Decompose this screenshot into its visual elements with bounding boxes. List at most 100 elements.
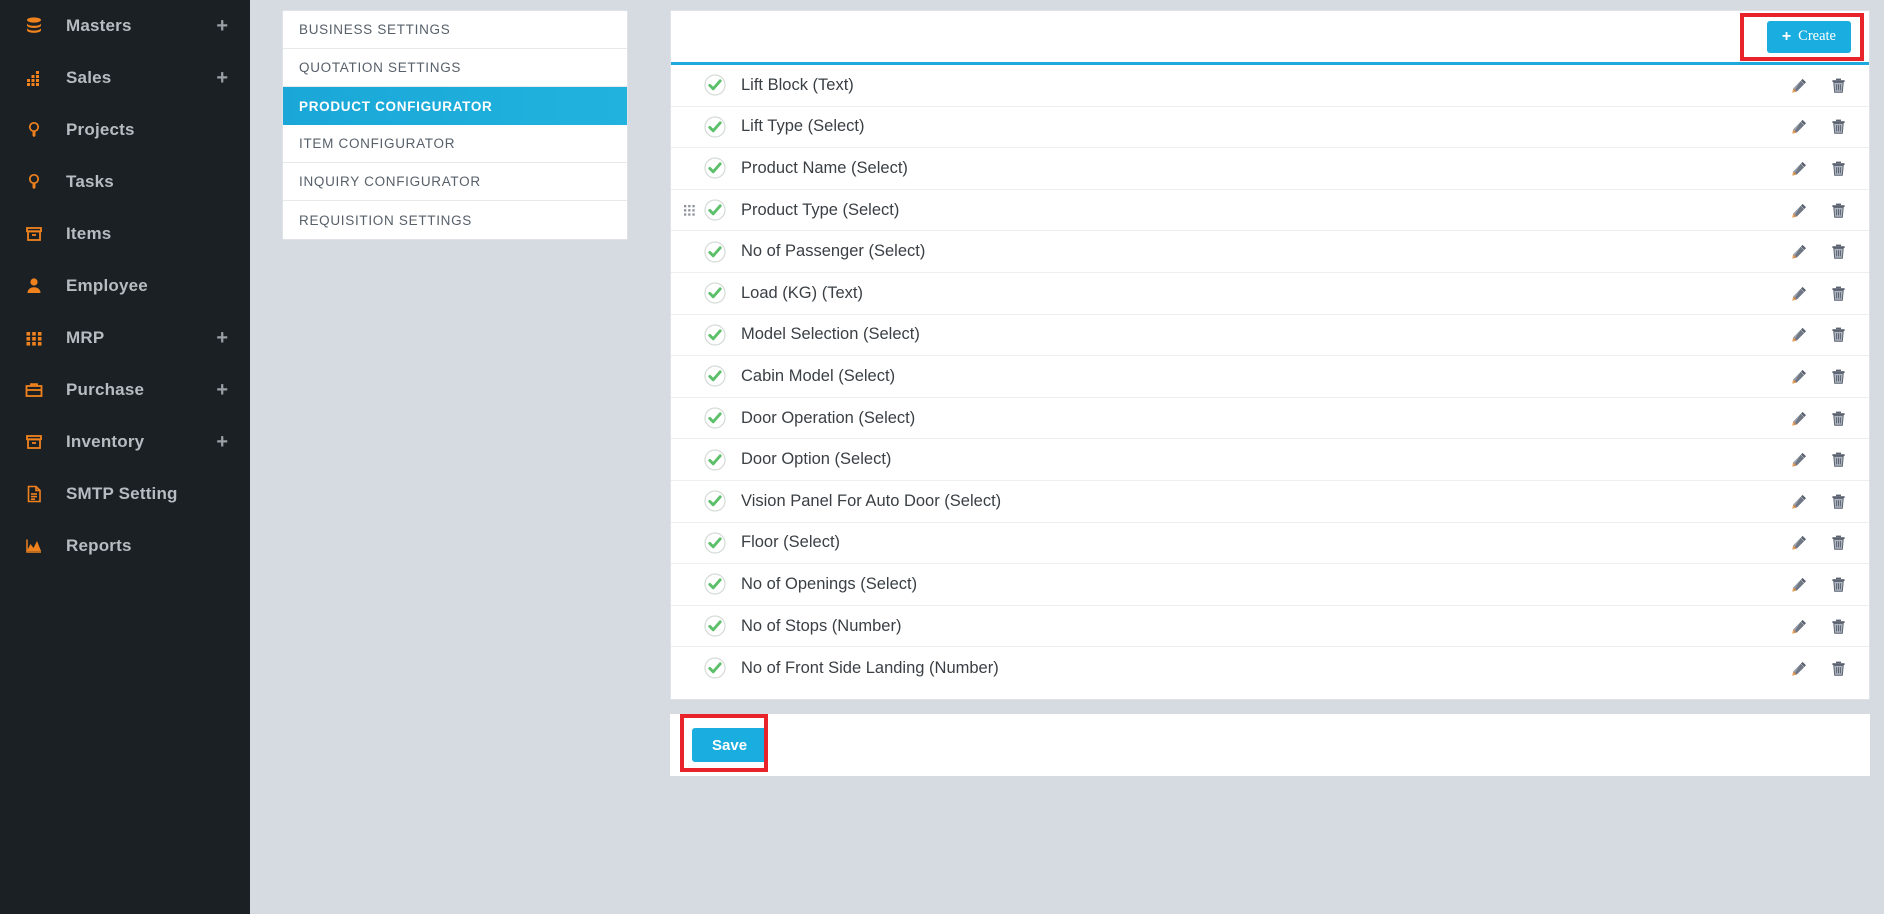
check-circle-icon[interactable] [704,365,726,388]
create-button-label: Create [1798,28,1836,44]
settings-menu-item-inquiry-configurator[interactable]: INQUIRY CONFIGURATOR [283,163,627,201]
bar-chart-icon [24,68,50,88]
panel-header: + Create [671,11,1869,65]
pencil-icon[interactable] [1791,618,1808,635]
trash-icon[interactable] [1830,493,1847,510]
configurator-field-row: No of Openings (Select) [671,564,1869,606]
sidebar-item-smtp-setting[interactable]: SMTP Setting [0,468,250,520]
check-circle-icon[interactable] [704,573,726,596]
pencil-icon[interactable] [1791,326,1808,343]
sidebar-expand-plus-icon[interactable]: + [216,68,228,88]
check-circle-icon[interactable] [704,449,726,471]
trash-icon[interactable] [1830,660,1847,677]
row-actions [1791,368,1847,385]
sidebar-item-masters[interactable]: Masters + [0,0,250,52]
pencil-icon[interactable] [1791,368,1808,385]
pencil-icon[interactable] [1791,451,1808,468]
sidebar-item-label: Tasks [66,172,114,191]
check-circle-icon[interactable] [704,116,726,138]
settings-menu-item-quotation-settings[interactable]: QUOTATION SETTINGS [283,49,627,87]
check-circle-icon[interactable] [704,199,726,221]
database-icon [24,16,50,36]
configurator-field-row: Product Name (Select) [671,148,1869,190]
row-actions [1791,451,1847,468]
trash-icon[interactable] [1830,368,1847,385]
trash-icon[interactable] [1830,243,1847,260]
configurator-field-row: No of Stops (Number) [671,606,1869,648]
check-circle-icon[interactable] [704,657,726,679]
create-button[interactable]: + Create [1766,20,1851,53]
check-circle-icon[interactable] [704,157,726,180]
check-circle-icon[interactable] [704,532,726,554]
row-actions [1791,77,1847,94]
pencil-icon[interactable] [1791,202,1808,219]
trash-icon[interactable] [1830,160,1847,177]
pencil-icon[interactable] [1791,118,1808,135]
configurator-field-row: Floor (Select) [671,523,1869,565]
sidebar-item-inventory[interactable]: Inventory + [0,416,250,468]
sidebar-item-label: Masters [66,16,132,35]
sidebar-item-label: Reports [66,536,132,555]
settings-menu-item-product-configurator[interactable]: PRODUCT CONFIGURATOR [283,87,627,125]
pencil-icon[interactable] [1791,576,1808,593]
configurator-field-row: Door Option (Select) [671,439,1869,481]
check-circle-icon[interactable] [704,282,726,304]
row-actions [1791,410,1847,427]
sidebar-expand-plus-icon[interactable]: + [216,432,228,452]
sidebar-item-purchase[interactable]: Purchase + [0,364,250,416]
trash-icon[interactable] [1830,410,1847,427]
sidebar-item-items[interactable]: Items [0,208,250,260]
document-icon [24,484,50,504]
pencil-icon[interactable] [1791,243,1808,260]
sidebar-item-label: Sales [66,68,112,87]
settings-menu-item-requisition-settings[interactable]: REQUISITION SETTINGS [283,201,627,239]
pencil-icon[interactable] [1791,534,1808,551]
check-circle-icon[interactable] [704,241,726,263]
configurator-field-row: No of Passenger (Select) [671,231,1869,273]
pencil-icon[interactable] [1791,285,1808,302]
pencil-icon[interactable] [1791,410,1808,427]
sidebar-item-mrp[interactable]: MRP + [0,312,250,364]
settings-menu-item-item-configurator[interactable]: ITEM CONFIGURATOR [283,125,627,163]
sidebar-item-tasks[interactable]: Tasks [0,156,250,208]
trash-icon[interactable] [1830,451,1847,468]
sidebar-item-reports[interactable]: Reports [0,520,250,572]
sidebar-item-employee[interactable]: Employee [0,260,250,312]
save-button[interactable]: Save [692,728,768,762]
pencil-icon[interactable] [1791,660,1808,677]
trash-icon[interactable] [1830,326,1847,343]
field-label: No of Openings (Select) [741,574,918,593]
settings-menu-column: BUSINESS SETTINGS QUOTATION SETTINGS PRODU… [250,0,670,914]
pencil-icon[interactable] [1791,160,1808,177]
sidebar-expand-plus-icon[interactable]: + [216,380,228,400]
trash-icon[interactable] [1830,285,1847,302]
check-circle-icon[interactable] [704,615,726,637]
pencil-icon[interactable] [1791,77,1808,94]
sidebar-item-label: SMTP Setting [66,484,178,503]
drag-handle-icon[interactable] [678,204,700,216]
field-label: No of Passenger (Select) [741,242,926,261]
field-label: No of Front Side Landing (Number) [741,658,999,677]
check-circle-icon[interactable] [704,324,726,346]
field-label: Model Selection (Select) [741,325,920,344]
row-actions [1791,160,1847,177]
trash-icon[interactable] [1830,118,1847,135]
sidebar-item-sales[interactable]: Sales + [0,52,250,104]
sidebar-expand-plus-icon[interactable]: + [216,16,228,36]
check-circle-icon[interactable] [704,407,726,429]
settings-menu-item-business-settings[interactable]: BUSINESS SETTINGS [283,11,627,49]
trash-icon[interactable] [1830,202,1847,219]
sidebar-item-label: Purchase [66,380,145,399]
configurator-field-row: Product Type (Select) [671,190,1869,232]
trash-icon[interactable] [1830,618,1847,635]
sidebar-expand-plus-icon[interactable]: + [216,328,228,348]
trash-icon[interactable] [1830,77,1847,94]
check-circle-icon[interactable] [704,490,726,512]
trash-icon[interactable] [1830,534,1847,551]
sidebar-item-projects[interactable]: Projects [0,104,250,156]
trash-icon[interactable] [1830,576,1847,593]
pencil-icon[interactable] [1791,493,1808,510]
check-circle-icon[interactable] [704,74,726,96]
configurator-field-row: Lift Block (Text) [671,65,1869,107]
field-label: Product Name (Select) [741,158,908,177]
